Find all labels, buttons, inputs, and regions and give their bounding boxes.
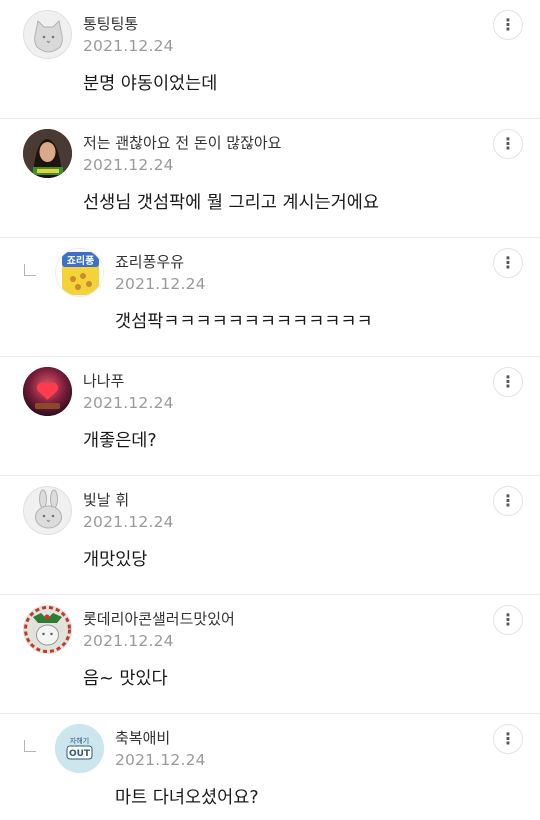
heart-orb-image [23,367,72,416]
reply-item: 죠리퐁 죠리퐁우유 2021.12.24 갯섬팍ㅋㅋㅋㅋㅋㅋㅋㅋㅋㅋㅋㅋㅋ ⋮ [0,238,540,357]
nickname[interactable]: 빛날 휘 [83,489,129,510]
more-options-button[interactable]: ⋮ [493,724,523,754]
nickname[interactable]: 축복애비 [115,727,170,748]
avatar[interactable]: 자해기 OUT [55,724,104,773]
avatar[interactable] [23,486,72,535]
avatar[interactable] [23,10,72,59]
avatar[interactable] [23,367,72,416]
comment-date: 2021.12.24 [115,275,206,293]
nickname[interactable]: 통팅팅통 [83,13,138,34]
nickname[interactable]: 롯데리아콘샐러드맛있어 [83,608,235,629]
comment-text: 선생님 갯섬팍에 뭘 그리고 계시는거에요 [83,193,379,213]
more-options-button[interactable]: ⋮ [493,248,523,278]
kebab-menu-icon: ⋮ [500,610,516,629]
avatar-label-top: 자해기 [70,736,89,745]
comment-date: 2021.12.24 [83,632,174,650]
comment-text: 갯섬팍ㅋㅋㅋㅋㅋㅋㅋㅋㅋㅋㅋㅋㅋ [115,312,373,332]
nickname[interactable]: 죠리퐁우유 [115,251,184,272]
kebab-menu-icon: ⋮ [500,491,516,510]
comment-item: 롯데리아콘샐러드맛있어 2021.12.24 음~ 맛있다 ⋮ [0,595,540,714]
comment-item: 빛날 휘 2021.12.24 개맛있당 ⋮ [0,476,540,595]
avatar[interactable]: 죠리퐁 [55,248,104,297]
comment-text: 개맛있당 [83,550,148,570]
comment-date: 2021.12.24 [83,394,174,412]
comment-text: 음~ 맛있다 [83,669,168,689]
comment-date: 2021.12.24 [83,513,174,531]
gray-rabbit-icon [35,489,62,529]
comment-text: 분명 야동이었는데 [83,74,218,94]
comment-item: 저는 괜찮아요 전 돈이 많잖아요 2021.12.24 선생님 갯섬팍에 뭘 … [0,119,540,238]
reply-item: 자해기 OUT 축복애비 2021.12.24 마트 다녀오셨어요? ⋮ [0,714,540,820]
person-photo [23,129,72,178]
avatar-label: 죠리퐁 [67,254,95,267]
christmas-cat-image [23,605,72,654]
snack-box-image: 죠리퐁 [62,252,99,295]
comment-text: 개좋은데? [83,431,157,451]
more-options-button[interactable]: ⋮ [493,367,523,397]
more-options-button[interactable]: ⋮ [493,10,523,40]
out-badge-image: 자해기 OUT [55,724,104,773]
comment-list: 통팅팅통 2021.12.24 분명 야동이었는데 ⋮ 저는 괜찮아요 전 돈이… [0,0,540,820]
comment-date: 2021.12.24 [115,751,206,769]
comment-date: 2021.12.24 [83,37,174,55]
kebab-menu-icon: ⋮ [500,134,516,153]
reply-arrow-icon [24,740,36,752]
reply-arrow-icon [24,264,36,276]
kebab-menu-icon: ⋮ [500,15,516,34]
kebab-menu-icon: ⋮ [500,729,516,748]
nickname[interactable]: 저는 괜찮아요 전 돈이 많잖아요 [83,132,281,153]
kebab-menu-icon: ⋮ [500,372,516,391]
comment-item: 나나푸 2021.12.24 개좋은데? ⋮ [0,357,540,476]
kebab-menu-icon: ⋮ [500,253,516,272]
comment-date: 2021.12.24 [83,156,174,174]
comment-item: 통팅팅통 2021.12.24 분명 야동이었는데 ⋮ [0,0,540,119]
avatar[interactable] [23,605,72,654]
more-options-button[interactable]: ⋮ [493,605,523,635]
gray-cat-icon [34,19,63,53]
more-options-button[interactable]: ⋮ [493,129,523,159]
nickname[interactable]: 나나푸 [83,370,124,391]
comment-text: 마트 다녀오셨어요? [115,788,259,808]
avatar-label-main: OUT [69,749,91,759]
more-options-button[interactable]: ⋮ [493,486,523,516]
avatar[interactable] [23,129,72,178]
